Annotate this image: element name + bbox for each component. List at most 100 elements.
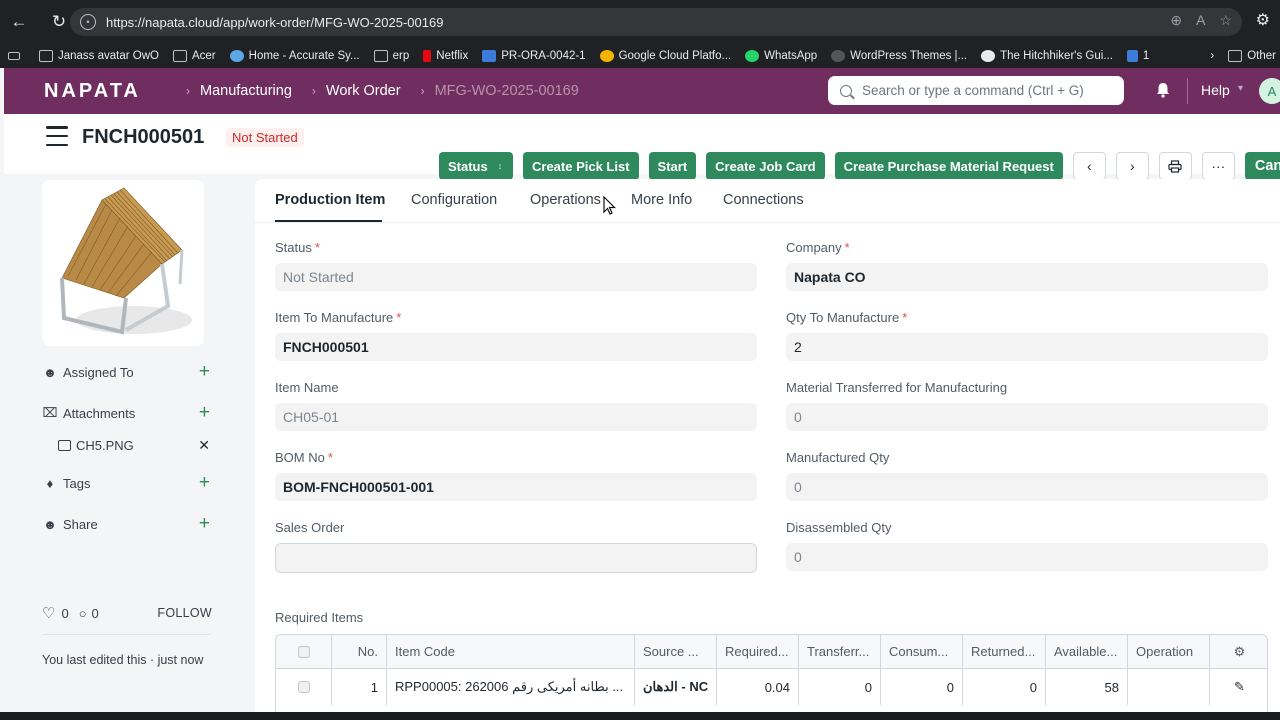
action-buttons: Status ↕ Create Pick List Start Create Jo… xyxy=(439,152,1280,182)
edit-row-icon[interactable]: ✎ xyxy=(1210,669,1267,705)
tab-production-item[interactable]: Production Item xyxy=(275,192,385,208)
help-menu[interactable]: Help xyxy=(1201,82,1230,98)
mouse-cursor-icon xyxy=(603,196,616,215)
bookmarks-bar: Janass avatar OwO Acer Home - Accurate S… xyxy=(0,44,1280,68)
add-tag-button[interactable]: + xyxy=(199,472,210,494)
bookmark-item[interactable]: WordPress Themes |... xyxy=(831,50,967,62)
required-indicator: * xyxy=(844,240,850,255)
reload-icon[interactable]: ↻ xyxy=(46,9,72,35)
extensions-icon[interactable]: ⚙ xyxy=(1256,10,1270,30)
tab-operations[interactable]: Operations xyxy=(530,192,601,208)
row-source-warehouse[interactable]: الدهان - NC xyxy=(635,669,717,705)
comments-count: 0 xyxy=(91,605,99,621)
sales-order-field[interactable] xyxy=(275,543,757,573)
company-field[interactable]: Napata CO xyxy=(786,263,1268,291)
table-row[interactable]: 1 RPP00005: 262006 بطانه أمريكى رقم ... … xyxy=(276,669,1267,705)
row-required[interactable]: 0.04 xyxy=(717,669,799,705)
create-pick-list-button[interactable]: Create Pick List xyxy=(523,152,639,180)
chevron-right-icon: › xyxy=(420,84,425,98)
create-job-card-button[interactable]: Create Job Card xyxy=(706,152,825,180)
material-transferred-field: 0 xyxy=(786,403,1268,431)
bookmark-item[interactable]: Google Cloud Platfo... xyxy=(599,50,731,62)
bookmark-item[interactable]: 1 xyxy=(1126,50,1149,62)
add-assignee-button[interactable]: + xyxy=(199,361,210,383)
bom-no-field[interactable]: BOM-FNCH000501-001 xyxy=(275,473,757,501)
site-info-icon[interactable]: • xyxy=(80,14,96,30)
row-checkbox[interactable] xyxy=(276,669,332,705)
sales-order-label: Sales Order xyxy=(275,520,345,535)
bookmark-item[interactable]: The Hitchhiker's Gui... xyxy=(981,50,1113,62)
required-indicator: * xyxy=(314,240,320,255)
bookmark-item[interactable]: Netflix xyxy=(423,50,468,62)
disassembled-qty-field: 0 xyxy=(786,543,1268,571)
qty-to-manufacture-field[interactable]: 2 xyxy=(786,333,1268,361)
other-bookmarks[interactable]: Other xyxy=(1228,50,1276,62)
bookmark-item[interactable]: Home - Accurate Sy... xyxy=(229,50,360,62)
sidebar-toggle-icon[interactable] xyxy=(46,126,68,146)
heart-icon[interactable]: ♡ xyxy=(42,604,55,622)
column-header: Source ... xyxy=(635,635,717,668)
item-name-label: Item Name xyxy=(275,380,339,395)
remove-attachment-icon[interactable]: ✕ xyxy=(198,437,210,454)
app-logo[interactable]: NAPATA xyxy=(44,80,166,103)
attachments-row: ⌧ Attachments + xyxy=(42,402,211,424)
bookmarks-menu-icon[interactable] xyxy=(8,52,25,60)
form-main: Production Item Configuration Operations… xyxy=(255,179,1280,720)
bookmark-item[interactable]: Janass avatar OwO xyxy=(39,50,159,62)
comment-icon[interactable]: ○ xyxy=(79,606,87,621)
item-image[interactable] xyxy=(42,180,204,346)
row-transferred: 0 xyxy=(799,669,881,705)
chevron-right-icon[interactable]: › xyxy=(1210,50,1214,62)
address-bar[interactable]: • https://napata.cloud/app/work-order/MF… xyxy=(70,8,1242,36)
add-share-button[interactable]: + xyxy=(199,513,210,535)
more-actions-button[interactable]: ··· xyxy=(1201,152,1235,180)
create-purchase-material-request-button[interactable]: Create Purchase Material Request xyxy=(834,152,1063,180)
item-to-manufacture-field[interactable]: FNCH000501 xyxy=(275,333,757,361)
select-all-checkbox[interactable] xyxy=(276,635,332,668)
breadcrumb-manufacturing[interactable]: › Manufacturing xyxy=(166,83,292,99)
tab-configuration[interactable]: Configuration xyxy=(411,192,497,208)
bookmark-item[interactable]: PR-ORA-0042-1 xyxy=(482,50,586,62)
previous-record-button[interactable]: ‹ xyxy=(1072,152,1106,180)
favorite-star-icon[interactable]: ☆ xyxy=(1219,12,1232,29)
row-item-code[interactable]: RPP00005: 262006 بطانه أمريكى رقم ... xyxy=(387,669,635,705)
read-aloud-icon[interactable]: A xyxy=(1196,12,1205,29)
add-attachment-button[interactable]: + xyxy=(199,402,210,424)
zoom-icon[interactable]: ⊕ xyxy=(1170,12,1182,29)
chevron-down-icon[interactable]: ▾ xyxy=(1238,83,1243,94)
tab-more-info[interactable]: More Info xyxy=(631,192,692,208)
table-header: No. Item Code Source ... Required... Tra… xyxy=(276,635,1267,669)
cancel-button[interactable]: Cancel xyxy=(1244,152,1280,180)
status-label: Status * xyxy=(275,240,320,255)
avatar[interactable]: A xyxy=(1259,78,1280,104)
whatsapp-icon xyxy=(745,50,760,62)
bookmark-item[interactable]: Acer xyxy=(172,50,216,62)
status-dropdown-button[interactable]: Status ↕ xyxy=(439,152,513,180)
folder-icon xyxy=(39,50,53,62)
notification-bell-icon[interactable] xyxy=(1156,82,1170,98)
share-row: ☻ Share + xyxy=(43,513,210,535)
chevron-right-icon: › xyxy=(186,84,190,98)
follow-button[interactable]: FOLLOW xyxy=(157,606,212,620)
github-icon xyxy=(981,50,996,62)
row-operation[interactable] xyxy=(1128,669,1210,705)
printer-icon xyxy=(1168,159,1182,173)
start-button[interactable]: Start xyxy=(648,152,697,180)
item-to-manufacture-label: Item To Manufacture * xyxy=(275,310,402,325)
item-name-field: CH05-01 xyxy=(275,403,757,431)
assign-user-icon: ☻ xyxy=(43,364,57,380)
chevron-left-icon: ‹ xyxy=(1087,158,1092,174)
bookmark-item[interactable]: WhatsApp xyxy=(745,50,817,62)
search-input[interactable]: Search or type a command (Ctrl + G) xyxy=(828,76,1124,105)
back-icon[interactable]: ← xyxy=(6,9,32,35)
column-settings-icon[interactable]: ⚙ xyxy=(1210,635,1267,668)
url-text: https://napata.cloud/app/work-order/MFG-… xyxy=(106,14,444,30)
material-transferred-label: Material Transferred for Manufacturing xyxy=(786,380,1008,395)
print-button[interactable] xyxy=(1158,152,1192,180)
bookmark-item[interactable]: erp xyxy=(373,50,409,62)
breadcrumb-work-order[interactable]: › Work Order xyxy=(292,83,401,99)
shield-icon xyxy=(1126,50,1138,62)
tab-connections[interactable]: Connections xyxy=(723,192,804,208)
attachment-file[interactable]: CH5.PNG ✕ xyxy=(58,437,210,454)
next-record-button[interactable]: › xyxy=(1115,152,1149,180)
